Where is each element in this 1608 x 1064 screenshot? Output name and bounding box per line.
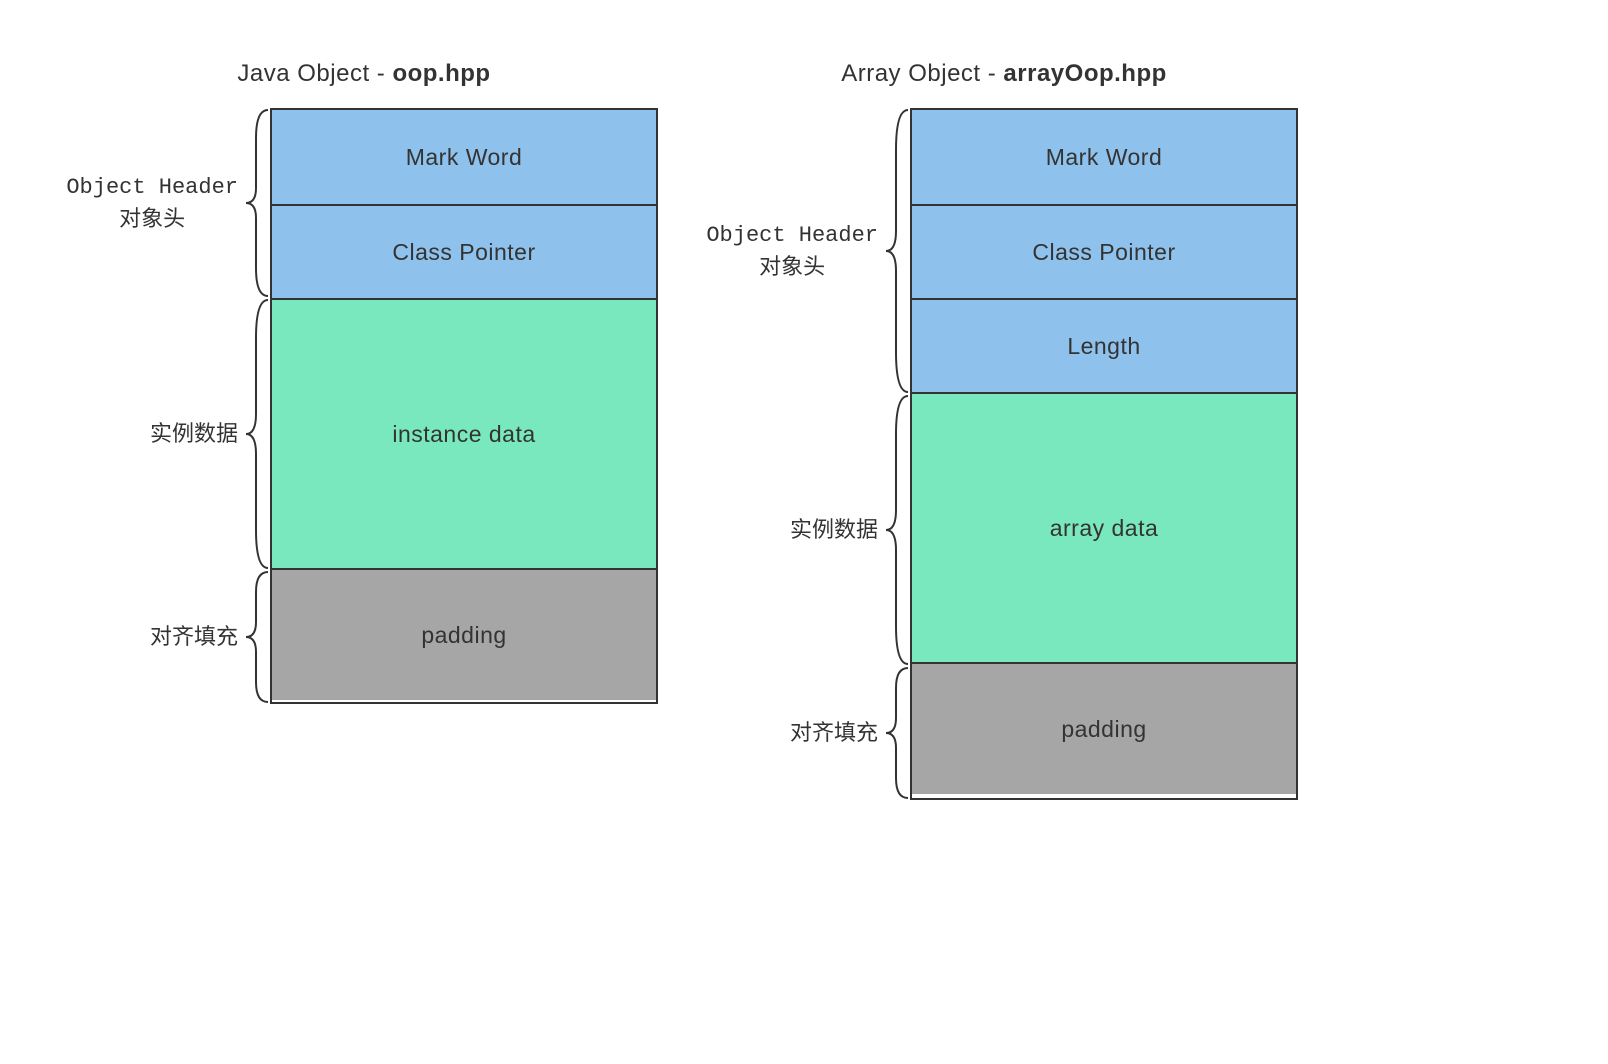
java-object-labels: Object Header 对象头 实例数据: [70, 108, 270, 704]
brace-icon: [884, 108, 910, 394]
label-cn: 对象头: [759, 254, 825, 279]
label-padding-text: 对齐填充: [790, 718, 878, 749]
label-object-header: Object Header 对象头: [710, 108, 910, 394]
array-object-labels: Object Header 对象头 实例数据: [710, 108, 910, 800]
brace-icon: [244, 298, 270, 570]
block-padding: padding: [272, 568, 656, 700]
java-object-diagram: Java Object - oop.hpp Object Header 对象头 …: [70, 60, 658, 704]
brace-icon: [244, 108, 270, 298]
block-text: instance data: [392, 421, 535, 448]
label-padding: 对齐填充: [710, 666, 910, 800]
label-object-header-text: Object Header 对象头: [706, 219, 878, 283]
block-class-pointer: Class Pointer: [912, 204, 1296, 298]
label-instance-data-text: 实例数据: [150, 419, 238, 450]
brace-icon: [884, 394, 910, 666]
array-object-title: Array Object - arrayOop.hpp: [841, 60, 1167, 88]
block-padding: padding: [912, 662, 1296, 794]
label-cn: 对象头: [119, 206, 185, 231]
block-text: array data: [1050, 515, 1159, 542]
label-cn: 对齐填充: [150, 624, 238, 649]
title-bold: arrayOop.hpp: [1003, 60, 1166, 87]
label-en: Object Header: [66, 175, 238, 200]
block-mark-word: Mark Word: [912, 110, 1296, 204]
label-padding: 对齐填充: [70, 570, 270, 704]
block-text: Class Pointer: [392, 239, 535, 266]
label-object-header-text: Object Header 对象头: [66, 171, 238, 235]
java-object-title: Java Object - oop.hpp: [237, 60, 490, 88]
block-text: padding: [421, 622, 506, 649]
brace-icon: [884, 666, 910, 800]
label-padding-text: 对齐填充: [150, 622, 238, 653]
label-cn: 实例数据: [150, 421, 238, 446]
label-cn: 对齐填充: [790, 720, 878, 745]
label-en: Object Header: [706, 223, 878, 248]
label-array-data: 实例数据: [710, 394, 910, 666]
title-prefix: Java Object -: [237, 60, 392, 87]
label-array-data-text: 实例数据: [790, 515, 878, 546]
label-cn: 实例数据: [790, 517, 878, 542]
java-object-blocks: Mark Word Class Pointer instance data pa…: [270, 108, 658, 704]
block-text: Mark Word: [1046, 144, 1163, 171]
brace-icon: [244, 570, 270, 704]
java-object-body: Object Header 对象头 实例数据: [70, 108, 658, 704]
block-text: Mark Word: [406, 144, 523, 171]
label-object-header: Object Header 对象头: [70, 108, 270, 298]
block-class-pointer: Class Pointer: [272, 204, 656, 298]
block-array-data: array data: [912, 392, 1296, 662]
block-text: padding: [1061, 716, 1146, 743]
title-prefix: Array Object -: [841, 60, 1003, 87]
block-text: Length: [1067, 333, 1140, 360]
block-mark-word: Mark Word: [272, 110, 656, 204]
block-instance-data: instance data: [272, 298, 656, 568]
block-length: Length: [912, 298, 1296, 392]
block-text: Class Pointer: [1032, 239, 1175, 266]
label-instance-data: 实例数据: [70, 298, 270, 570]
title-bold: oop.hpp: [392, 60, 490, 87]
array-object-blocks: Mark Word Class Pointer Length array dat…: [910, 108, 1298, 800]
array-object-body: Object Header 对象头 实例数据: [710, 108, 1298, 800]
array-object-diagram: Array Object - arrayOop.hpp Object Heade…: [710, 60, 1298, 800]
